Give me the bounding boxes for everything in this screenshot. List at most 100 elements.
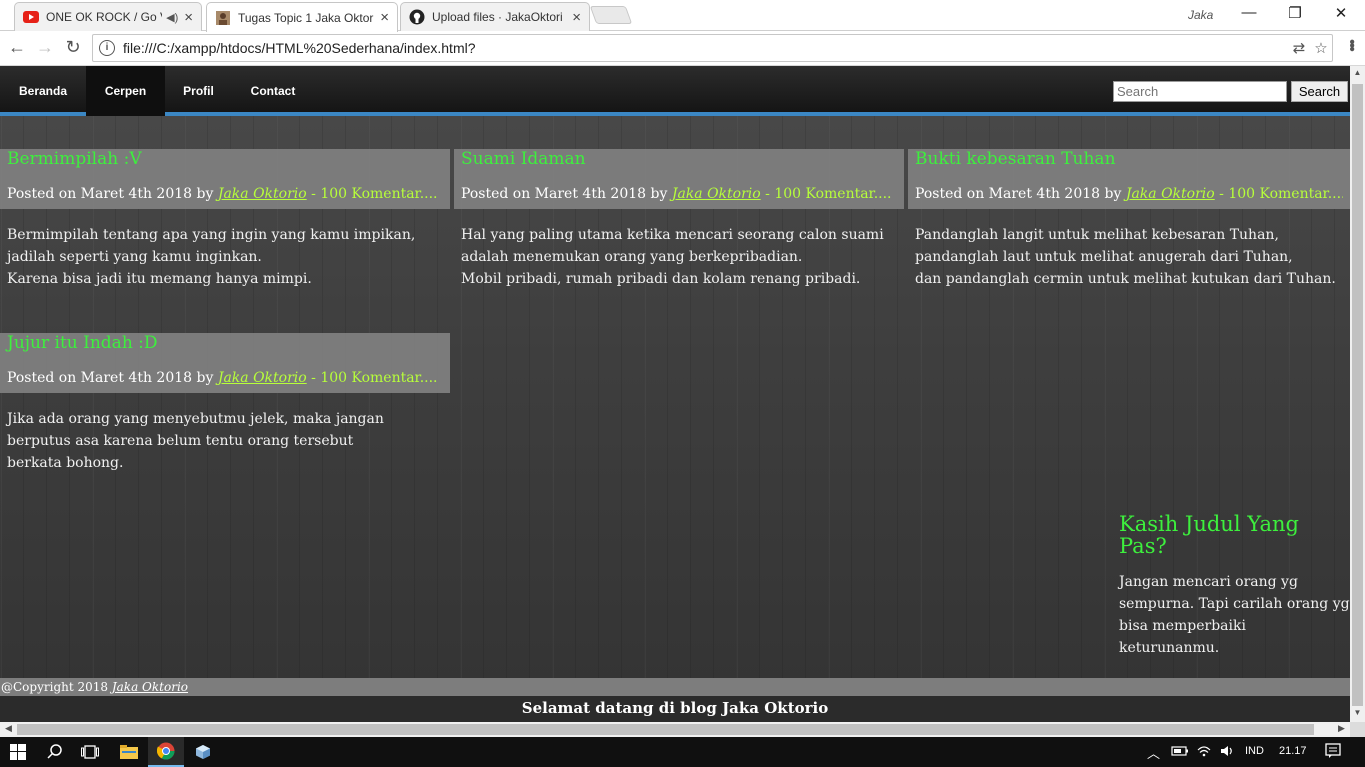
scroll-down-icon[interactable]: ▼ — [1350, 708, 1365, 717]
wifi-icon[interactable] — [1197, 745, 1211, 760]
copyright-text: @Copyright 2018 — [1, 680, 112, 694]
github-icon — [409, 9, 425, 25]
post-title[interactable]: Bermimpilah :V — [7, 148, 443, 170]
nav-contact[interactable]: Contact — [232, 66, 314, 116]
windows-start-icon[interactable] — [0, 737, 36, 767]
info-icon[interactable]: i — [99, 40, 115, 56]
sidebar-line: Jangan mencari orang yg — [1119, 574, 1298, 590]
post-body: Jika ada orang yang menyebutmu jelek, ma… — [0, 393, 450, 474]
post-header: Bukti kebesaran Tuhan Posted on Maret 4t… — [908, 149, 1350, 209]
bookmark-star-icon[interactable]: ☆ — [1310, 39, 1332, 57]
sidebar-line: bisa memperbaiki — [1119, 618, 1246, 634]
horizontal-scrollbar[interactable]: ◀ ▶ — [0, 722, 1350, 737]
vertical-scroll-thumb[interactable] — [1352, 84, 1363, 706]
author-link[interactable]: Jaka Oktorio — [672, 186, 761, 202]
post-line: berputus asa karena belum tentu orang te… — [7, 433, 354, 449]
post-title[interactable]: Jujur itu Indah :D — [7, 332, 443, 354]
tab-title: ONE OK ROCK / Go V — [46, 10, 163, 24]
post-body: Pandanglah langit untuk melihat kebesara… — [908, 209, 1350, 290]
browser-tab-github[interactable]: Upload files · JakaOktori × — [400, 2, 590, 31]
chrome-icon[interactable] — [148, 737, 184, 767]
comments-link[interactable]: - 100 Komentar.... — [307, 186, 437, 202]
browser-tab-youtube[interactable]: ONE OK ROCK / Go V ◀) × — [14, 2, 202, 31]
post-title[interactable]: Bukti kebesaran Tuhan — [915, 148, 1343, 170]
speaker-icon[interactable]: ◀) — [166, 11, 178, 24]
new-tab-button[interactable] — [589, 6, 633, 24]
post-line: Hal yang paling utama ketika mencari seo… — [461, 227, 884, 243]
post-line: Jika ada orang yang menyebutmu jelek, ma… — [7, 411, 384, 427]
file-explorer-icon[interactable] — [111, 737, 147, 767]
minimize-icon[interactable]: — — [1226, 4, 1272, 21]
tab-title: Tugas Topic 1 Jaka Oktor — [238, 10, 374, 25]
url-text[interactable]: file:///C:/xampp/htdocs/HTML%20Sederhana… — [123, 40, 1288, 56]
search-input[interactable] — [1113, 81, 1287, 102]
post-date: Posted on Maret 4th 2018 by — [915, 186, 1126, 202]
post-card: Bukti kebesaran Tuhan Posted on Maret 4t… — [908, 149, 1350, 290]
post-line: adalah menemukan orang yang berkepribadi… — [461, 249, 803, 265]
clock[interactable]: 21.17 — [1279, 745, 1307, 757]
volume-icon[interactable] — [1220, 745, 1234, 760]
post-meta: Posted on Maret 4th 2018 by Jaka Oktorio… — [461, 186, 897, 202]
close-tab-icon[interactable]: × — [184, 9, 193, 26]
nav-cerpen[interactable]: Cerpen — [86, 66, 165, 116]
post-line: berkata bohong. — [7, 455, 124, 471]
comments-link[interactable]: - 100 Komentar.... — [761, 186, 891, 202]
search-button[interactable]: Search — [1291, 81, 1348, 102]
post-header: Jujur itu Indah :D Posted on Maret 4th 2… — [0, 333, 450, 393]
post-line: pandanglah laut untuk melihat anugerah d… — [915, 249, 1293, 265]
battery-icon[interactable] — [1171, 745, 1189, 760]
sidebar-text: Jangan mencari orang yg sempurna. Tapi c… — [1119, 571, 1350, 659]
post-meta: Posted on Maret 4th 2018 by Jaka Oktorio… — [7, 370, 443, 386]
copyright-bar: @Copyright 2018 Jaka Oktorio — [0, 678, 1350, 696]
app-cube-icon[interactable] — [185, 737, 221, 767]
reload-icon[interactable]: ↻ — [61, 37, 85, 58]
browser-toolbar: ← → ↻ i file:///C:/xampp/htdocs/HTML%20S… — [0, 31, 1365, 66]
post-date: Posted on Maret 4th 2018 by — [7, 370, 218, 386]
action-center-icon[interactable] — [1325, 743, 1341, 762]
browser-menu-icon[interactable]: ••• — [1342, 39, 1360, 50]
author-link[interactable]: Jaka Oktorio — [1126, 186, 1215, 202]
search-icon[interactable] — [37, 737, 73, 767]
scroll-left-icon[interactable]: ◀ — [1, 723, 16, 734]
show-hidden-icons-icon[interactable]: ︿ — [1147, 743, 1160, 762]
vertical-scrollbar[interactable]: ▲ ▼ — [1350, 66, 1365, 722]
browser-tab-active[interactable]: Tugas Topic 1 Jaka Oktor × — [206, 2, 398, 32]
post-meta: Posted on Maret 4th 2018 by Jaka Oktorio… — [915, 186, 1343, 202]
task-view-icon[interactable] — [72, 737, 108, 767]
address-bar[interactable]: i file:///C:/xampp/htdocs/HTML%20Sederha… — [92, 34, 1333, 62]
nav-profil[interactable]: Profil — [165, 66, 232, 116]
close-tab-icon[interactable]: × — [572, 9, 581, 26]
author-link[interactable]: Jaka Oktorio — [218, 186, 307, 202]
scroll-right-icon[interactable]: ▶ — [1334, 723, 1349, 734]
post-header: Bermimpilah :V Posted on Maret 4th 2018 … — [0, 149, 450, 209]
horizontal-scroll-thumb[interactable] — [17, 724, 1314, 735]
comments-link[interactable]: - 100 Komentar.... — [1215, 186, 1343, 202]
sidebar-widget: Kasih Judul Yang Pas? Jangan mencari ora… — [1119, 513, 1350, 659]
page-favicon — [215, 10, 231, 26]
footer-welcome: Selamat datang di blog Jaka Oktorio — [0, 696, 1350, 722]
comments-link[interactable]: - 100 Komentar.... — [307, 370, 437, 386]
browser-tab-strip: ONE OK ROCK / Go V ◀) × Tugas Topic 1 Ja… — [0, 0, 1365, 32]
sidebar-line: keturunanmu. — [1119, 640, 1220, 656]
sidebar-title: Kasih Judul Yang Pas? — [1119, 512, 1299, 558]
profile-name[interactable]: Jaka — [1188, 8, 1213, 22]
scroll-up-icon[interactable]: ▲ — [1350, 68, 1365, 77]
language-indicator[interactable]: IND — [1245, 745, 1264, 757]
site-nav: Beranda Cerpen Profil Contact Search — [0, 66, 1350, 116]
post-title[interactable]: Suami Idaman — [461, 148, 897, 170]
tab-title: Upload files · JakaOktori — [432, 10, 563, 24]
post-meta: Posted on Maret 4th 2018 by Jaka Oktorio… — [7, 186, 443, 202]
close-window-icon[interactable]: ✕ — [1318, 4, 1364, 22]
translate-icon[interactable]: ⇄ — [1288, 39, 1310, 57]
author-link[interactable]: Jaka Oktorio — [218, 370, 307, 386]
copyright-author-link[interactable]: Jaka Oktorio — [112, 680, 188, 694]
restore-icon[interactable]: ❐ — [1272, 4, 1318, 22]
nav-beranda[interactable]: Beranda — [0, 66, 86, 116]
scrollbar-corner — [1350, 722, 1365, 737]
forward-icon[interactable]: → — [33, 37, 57, 58]
post-card: Suami Idaman Posted on Maret 4th 2018 by… — [454, 149, 904, 290]
post-date: Posted on Maret 4th 2018 by — [7, 186, 218, 202]
close-tab-icon[interactable]: × — [380, 9, 389, 26]
sidebar-line: sempurna. Tapi carilah orang yg — [1119, 596, 1350, 612]
back-icon[interactable]: ← — [5, 37, 29, 58]
